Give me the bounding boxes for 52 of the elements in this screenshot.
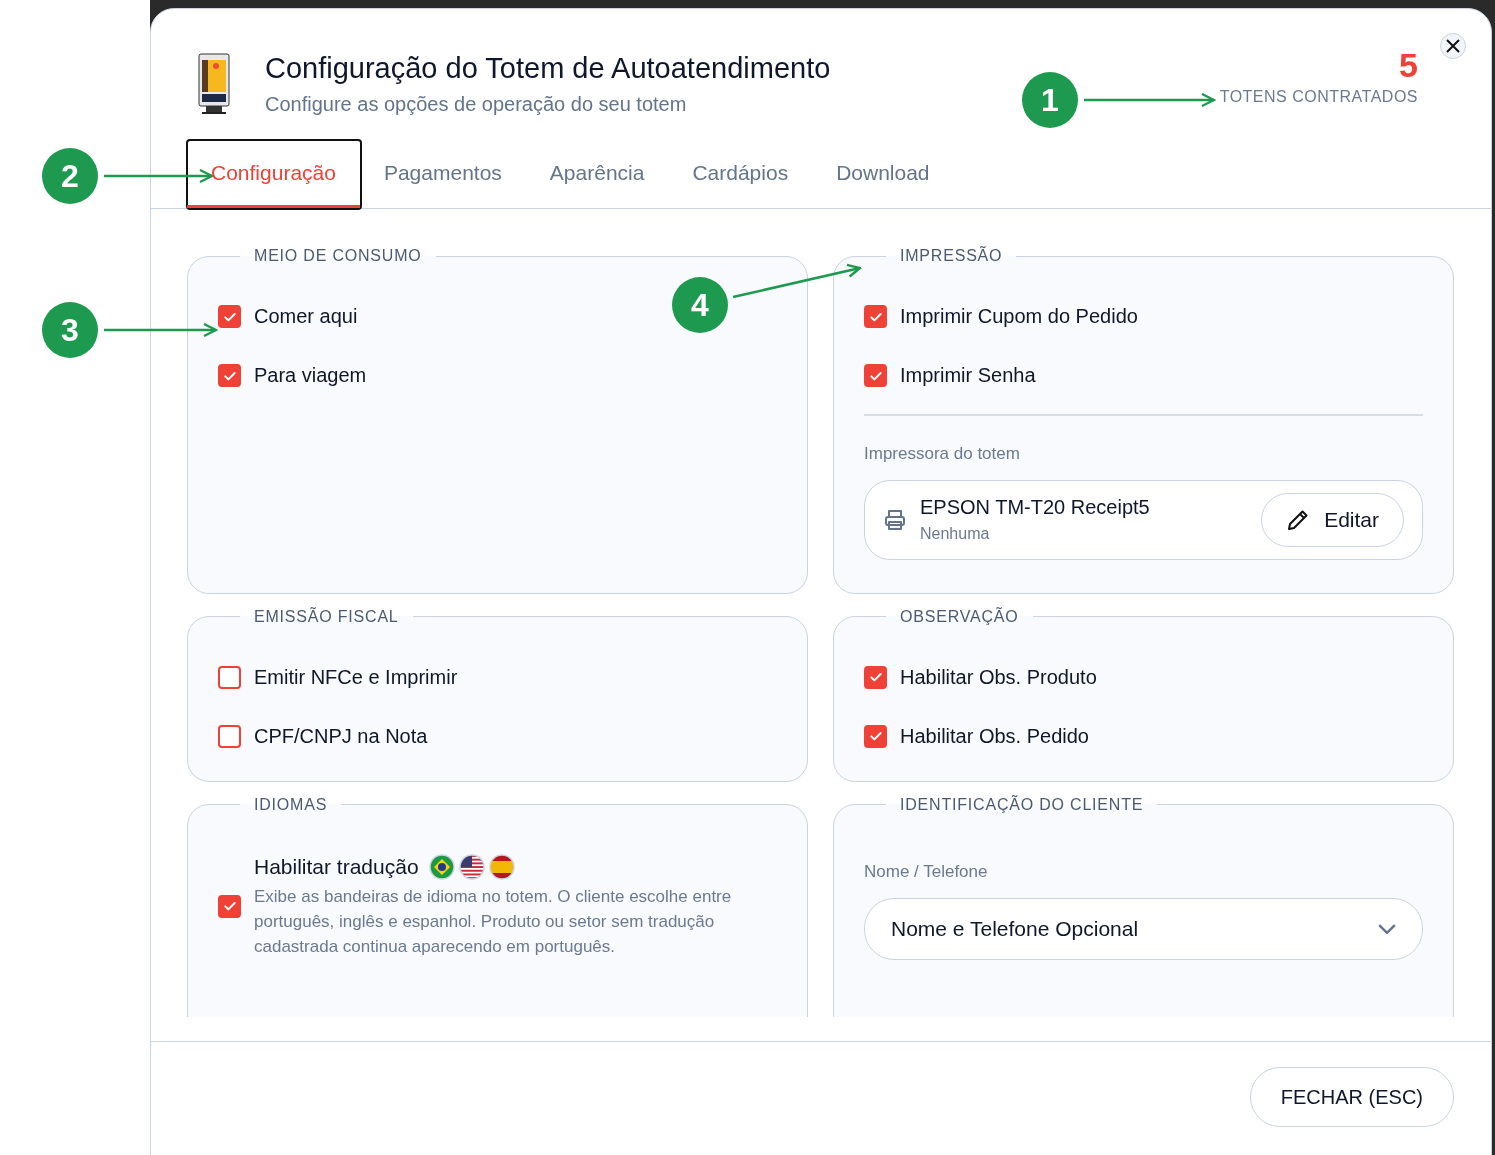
close-button[interactable] <box>1440 33 1466 59</box>
option-label: Habilitar Obs. Produto <box>900 665 1097 689</box>
step-badge: 3 <box>42 302 98 358</box>
dialog-title: Configuração do Totem de Autoatendimento <box>265 52 831 85</box>
dialog-subtitle: Configure as opções de operação do seu totem <box>265 93 688 116</box>
close-icon <box>1445 38 1461 54</box>
select-field[interactable]: Nome e Telefone Opcional <box>864 897 1423 960</box>
checkbox[interactable] <box>218 364 241 387</box>
option-description: Exibe as bandeiras de idioma no totem. O cliente escolhe entre português, inglês e espanhol. Produto ou setor sem tradução cadastrada continua aparecendo em português. <box>254 885 733 958</box>
tab[interactable]: Pagamentos <box>359 140 526 208</box>
kiosk-count: 5 <box>1399 48 1418 82</box>
option-label: Habilitar Obs. Pedido <box>900 724 1089 748</box>
chevron-down-icon <box>1378 923 1396 934</box>
checkbox[interactable] <box>218 894 241 918</box>
option-label: Imprimir Cupom do Pedido <box>900 305 1138 328</box>
step-badge: 2 <box>42 148 98 204</box>
tab[interactable]: Cardápios <box>668 140 813 208</box>
checkbox[interactable] <box>864 364 887 387</box>
usa-flag-icon <box>458 853 485 880</box>
brazil-flag-icon <box>428 853 455 880</box>
checkbox[interactable] <box>864 665 887 689</box>
section-title: OBSERVAÇÃO <box>899 607 1020 626</box>
section-title: EMISSÃO FISCAL <box>253 607 400 626</box>
checkbox[interactable] <box>864 305 887 328</box>
field-label: Impressora do totem <box>864 443 1021 464</box>
pencil-icon <box>1286 507 1311 532</box>
option-label: Emitir NFCe e Imprimir <box>254 665 458 689</box>
option-label: Habilitar tradução <box>254 854 419 879</box>
field-label: Nome / Telefone <box>864 861 989 882</box>
option-label: Imprimir Senha <box>900 364 1036 387</box>
tab[interactable]: Aparência <box>525 140 669 208</box>
tab[interactable]: Configuração <box>187 140 360 208</box>
checkbox[interactable] <box>218 305 241 328</box>
checkbox[interactable] <box>218 724 241 748</box>
option-label: Comer aqui <box>254 305 358 328</box>
printer-name: EPSON TM-T20 Receipt5 <box>920 496 1151 519</box>
close-dialog-button[interactable]: FECHAR (ESC) <box>1249 1067 1454 1127</box>
spain-flag-icon <box>488 853 515 880</box>
checkbox[interactable] <box>218 665 241 689</box>
option-label: Para viagem <box>254 364 367 387</box>
kiosk-icon <box>196 53 232 115</box>
edit-button[interactable]: Editar <box>1261 492 1404 547</box>
printer-icon <box>883 507 907 532</box>
checkbox[interactable] <box>864 724 887 748</box>
printer-detail: Nenhuma <box>920 525 991 543</box>
count-label: TOTENS CONTRATADOS <box>1219 88 1418 106</box>
section-title: IDIOMAS <box>253 795 329 814</box>
section-title: MEIO DE CONSUMO <box>253 247 423 265</box>
section-title: IDENTIFICAÇÃO DO CLIENTE <box>899 795 1145 814</box>
section-title: IMPRESSÃO <box>899 247 1004 265</box>
option-label: CPF/CNPJ na Nota <box>254 724 428 748</box>
tab[interactable]: Download <box>812 140 954 208</box>
